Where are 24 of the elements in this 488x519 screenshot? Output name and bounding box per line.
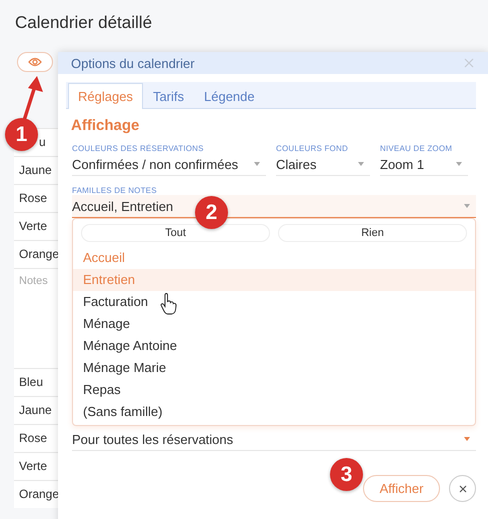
select-field[interactable]: Confirmées / non confirmées [72,153,266,176]
select-all-button[interactable]: Rien [278,224,467,242]
select-field[interactable]: Zoom 1 [380,153,468,176]
select-field[interactable]: Pour toutes les réservations [72,428,476,451]
page-title: Calendrier détaillé [14,12,154,33]
caret-icon [464,437,470,441]
select-field[interactable]: Claires [276,153,370,176]
caret-icon [254,162,260,166]
hand-cursor-icon [160,293,178,315]
step-number-marker: 1 [5,118,38,151]
visibility-button[interactable] [17,52,53,72]
eye-icon [28,57,42,67]
caret-icon [456,162,462,166]
field-label: NIVEAU DE ZOOM [380,144,454,153]
dialog-title: Options du calendrier [71,56,195,70]
close-icon [458,484,466,492]
tab[interactable]: Légende [194,84,265,108]
caret-icon [358,162,364,166]
select-all-button[interactable]: Tout [81,224,270,242]
field-label: COULEURS FOND [276,144,349,153]
close-button[interactable] [449,475,476,502]
caret-icon [464,204,470,208]
tab[interactable]: Tarifs [142,84,194,108]
dropdown-option[interactable]: Ménage Antoine [73,335,475,357]
